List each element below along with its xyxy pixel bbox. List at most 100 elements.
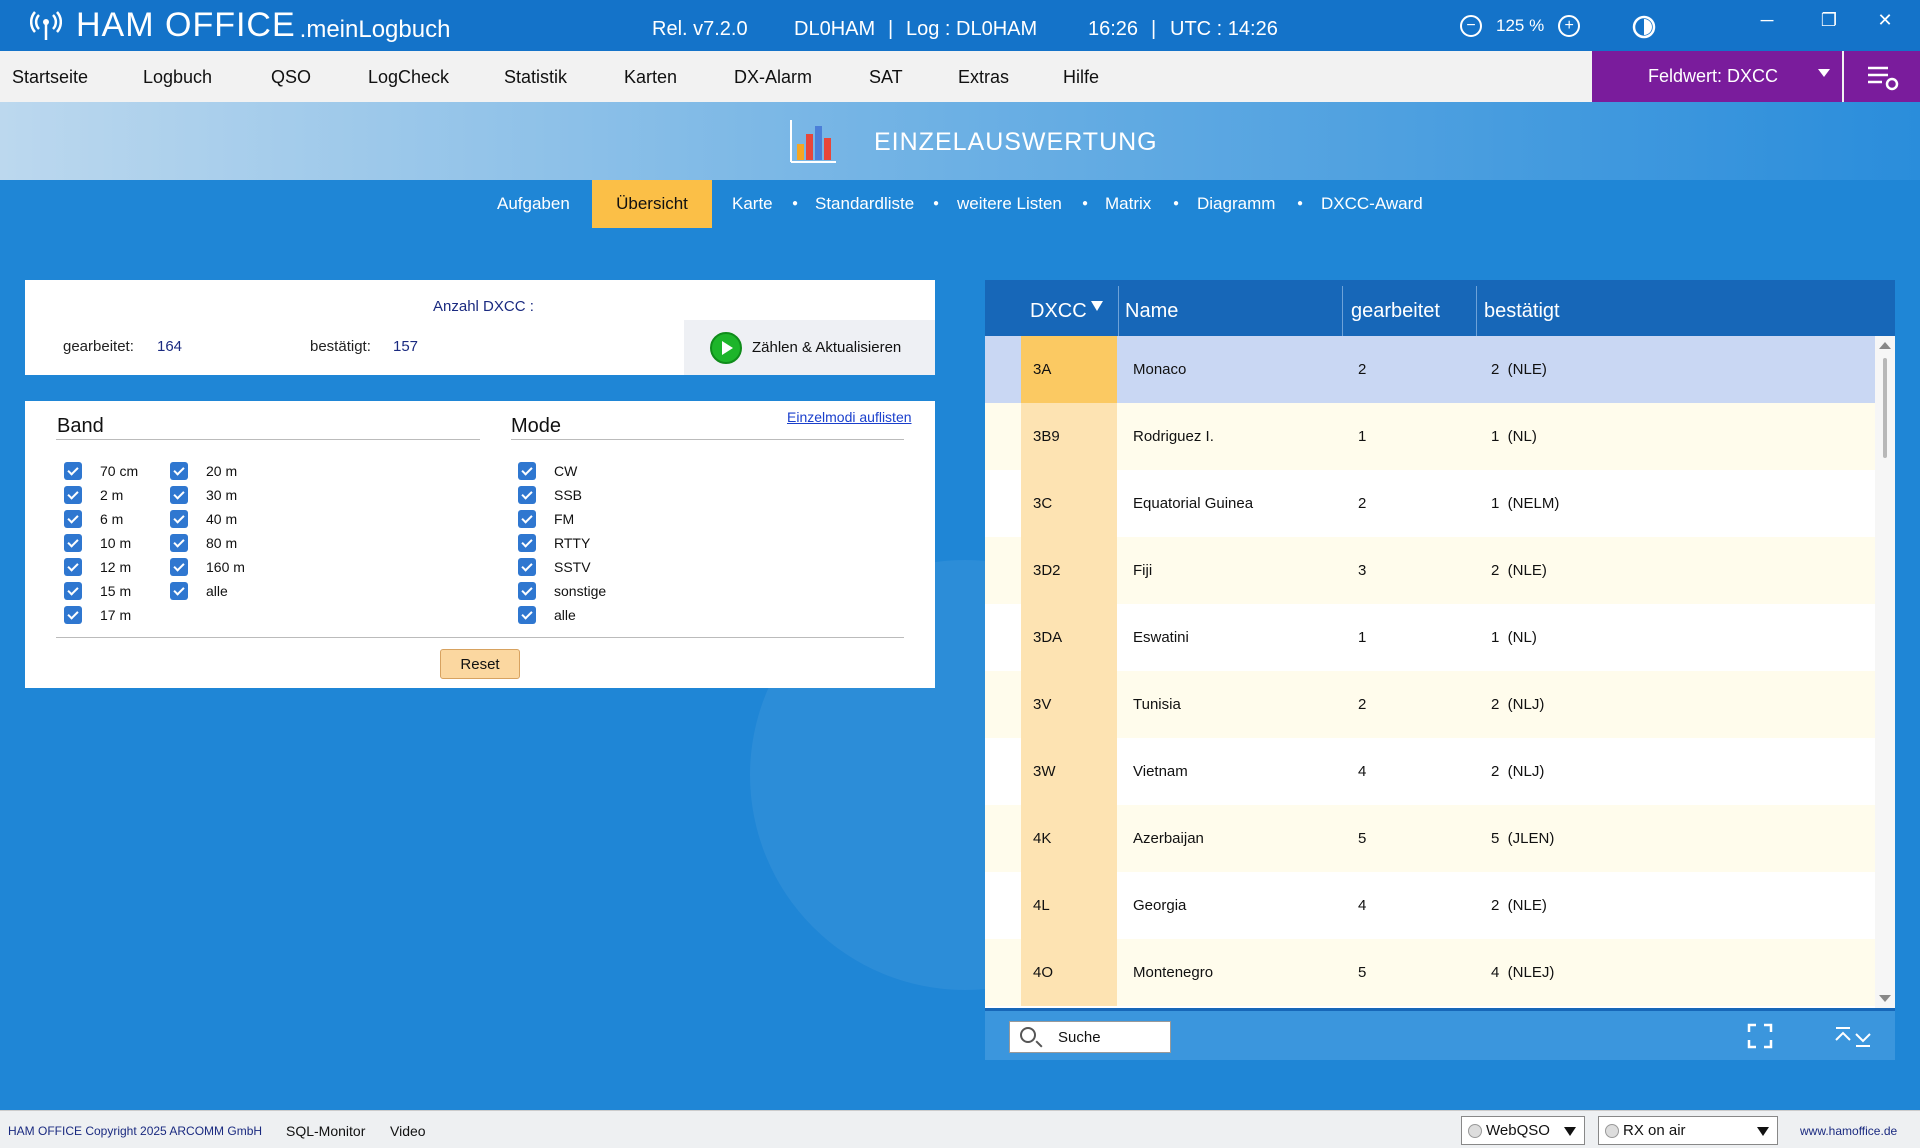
- tab-diagramm[interactable]: Diagramm: [1197, 194, 1275, 214]
- table-header: DXCC Name gearbeitet bestätigt: [985, 280, 1895, 336]
- video-link[interactable]: Video: [390, 1123, 426, 1139]
- mode-checkbox-sstv[interactable]: SSTV: [518, 558, 591, 576]
- name-cell: Montenegro: [1133, 964, 1214, 981]
- menu-qso[interactable]: QSO: [271, 67, 311, 88]
- reset-button[interactable]: Reset: [440, 649, 520, 679]
- rx-label: RX on air: [1623, 1122, 1686, 1139]
- band-checkbox-70cm[interactable]: 70 cm: [64, 462, 138, 480]
- menu-karten[interactable]: Karten: [624, 67, 677, 88]
- tab-weitere-listen[interactable]: weitere Listen: [957, 194, 1062, 214]
- count-refresh-button[interactable]: Zählen & Aktualisieren: [684, 320, 935, 375]
- column-header-name[interactable]: Name: [1125, 300, 1178, 323]
- band-checkbox-2m[interactable]: 2 m: [64, 486, 123, 504]
- webqso-dropdown[interactable]: WebQSO: [1461, 1116, 1585, 1145]
- einzelmodi-link[interactable]: Einzelmodi auflisten: [787, 409, 912, 425]
- menu-logbuch[interactable]: Logbuch: [143, 67, 212, 88]
- sql-monitor-link[interactable]: SQL-Monitor: [286, 1123, 365, 1139]
- band-checkbox-80m[interactable]: 80 m: [170, 534, 237, 552]
- zoom-out-icon[interactable]: −: [1460, 15, 1482, 37]
- table-row[interactable]: 3B9 Rodriguez I. 1 1 (NL): [985, 403, 1875, 470]
- zoom-level: 125 %: [1496, 16, 1545, 35]
- table-row[interactable]: 3C Equatorial Guinea 2 1 (NELM): [985, 470, 1875, 537]
- settings-menu-button[interactable]: [1844, 51, 1920, 102]
- restore-icon[interactable]: ❐: [1814, 10, 1844, 31]
- mode-checkbox-alle[interactable]: alle: [518, 606, 576, 624]
- menu-sat[interactable]: SAT: [869, 67, 903, 88]
- column-header-confirmed[interactable]: bestätigt: [1484, 300, 1560, 323]
- fullscreen-icon[interactable]: [1747, 1023, 1773, 1049]
- table-row[interactable]: 3W Vietnam 4 2 (NLJ): [985, 738, 1875, 805]
- worked-cell: 5: [1358, 830, 1367, 847]
- mode-label: SSTV: [554, 559, 591, 575]
- table-row[interactable]: 3V Tunisia 2 2 (NLJ): [985, 671, 1875, 738]
- close-icon[interactable]: ✕: [1870, 10, 1900, 31]
- band-checkbox-15m[interactable]: 15 m: [64, 582, 131, 600]
- mode-checkbox-fm[interactable]: FM: [518, 510, 574, 528]
- sort-descending-icon[interactable]: [1091, 301, 1103, 311]
- contrast-icon[interactable]: [1632, 15, 1656, 39]
- play-icon: [710, 331, 742, 364]
- column-separator[interactable]: [1342, 286, 1343, 336]
- menu-hilfe[interactable]: Hilfe: [1063, 67, 1099, 88]
- band-checkbox-160m[interactable]: 160 m: [170, 558, 245, 576]
- table-row[interactable]: 4L Georgia 4 2 (NLE): [985, 872, 1875, 939]
- band-label: 12 m: [100, 559, 132, 575]
- vertical-scrollbar[interactable]: [1875, 336, 1895, 1008]
- table-row[interactable]: 3DA Eswatini 1 1 (NL): [985, 604, 1875, 671]
- tab-standardliste[interactable]: Standardliste: [815, 194, 914, 214]
- column-separator[interactable]: [1476, 286, 1477, 336]
- tab-aufgaben[interactable]: Aufgaben: [497, 194, 570, 214]
- table-row[interactable]: 4O Montenegro 5 4 (NLEJ): [985, 939, 1875, 1006]
- mode-checkbox-ssb[interactable]: SSB: [518, 486, 582, 504]
- search-input[interactable]: Suche: [1009, 1021, 1171, 1053]
- feldwert-dropdown[interactable]: Feldwert: DXCC: [1592, 51, 1842, 102]
- scrollbar-thumb[interactable]: [1883, 358, 1887, 458]
- tab-dxcc-award[interactable]: DXCC-Award: [1321, 194, 1423, 214]
- scroll-up-icon[interactable]: [1879, 342, 1891, 349]
- band-checkbox-12m[interactable]: 12 m: [64, 558, 131, 576]
- name-cell: Georgia: [1133, 897, 1187, 914]
- table-row[interactable]: 3A Monaco 2 2 (NLE): [985, 336, 1875, 403]
- band-checkbox-10m[interactable]: 10 m: [64, 534, 131, 552]
- band-checkbox-20m[interactable]: 20 m: [170, 462, 237, 480]
- band-checkbox-17m[interactable]: 17 m: [64, 606, 131, 624]
- band-checkbox-alle[interactable]: alle: [170, 582, 228, 600]
- menu-startseite[interactable]: Startseite: [12, 67, 88, 88]
- band-label: 17 m: [100, 607, 132, 623]
- column-header-dxcc[interactable]: DXCC: [1030, 300, 1087, 323]
- mode-checkbox-sonstige[interactable]: sonstige: [518, 582, 606, 600]
- worked-cell: 2: [1358, 361, 1367, 378]
- column-header-worked[interactable]: gearbeitet: [1351, 300, 1440, 323]
- checkbox-checked-icon: [170, 486, 188, 504]
- scroll-down-icon[interactable]: [1879, 995, 1891, 1002]
- table-row[interactable]: 3D2 Fiji 3 2 (NLE): [985, 537, 1875, 604]
- webqso-label: WebQSO: [1486, 1122, 1550, 1139]
- menu-dx-alarm[interactable]: DX-Alarm: [734, 67, 812, 88]
- column-separator[interactable]: [1118, 286, 1119, 336]
- band-checkbox-40m[interactable]: 40 m: [170, 510, 237, 528]
- menu-statistik[interactable]: Statistik: [504, 67, 567, 88]
- minimize-icon[interactable]: ─: [1752, 10, 1782, 31]
- mode-checkbox-cw[interactable]: CW: [518, 462, 577, 480]
- band-label: 10 m: [100, 535, 132, 551]
- website-link[interactable]: www.hamoffice.de: [1800, 1124, 1897, 1138]
- confirmed-cell: 1 (NELM): [1491, 495, 1560, 512]
- tab-uebersicht[interactable]: Übersicht: [592, 180, 712, 228]
- rx-dropdown[interactable]: RX on air: [1598, 1116, 1778, 1145]
- menu-extras[interactable]: Extras: [958, 67, 1009, 88]
- app-logo: HAM OFFICE .meinLogbuch: [30, 6, 450, 45]
- band-checkbox-6m[interactable]: 6 m: [64, 510, 123, 528]
- mode-checkbox-rtty[interactable]: RTTY: [518, 534, 590, 552]
- name-cell: Monaco: [1133, 361, 1187, 378]
- band-checkbox-30m[interactable]: 30 m: [170, 486, 237, 504]
- table-row[interactable]: 4K Azerbaijan 5 5 (JLEN): [985, 805, 1875, 872]
- tab-matrix[interactable]: Matrix: [1105, 194, 1151, 214]
- zoom-control: − 125 % +: [1460, 15, 1581, 37]
- title-bar: HAM OFFICE .meinLogbuch Rel. v7.2.0 DL0H…: [0, 0, 1920, 51]
- tab-karte[interactable]: Karte: [732, 194, 773, 214]
- zoom-in-icon[interactable]: +: [1558, 15, 1581, 37]
- scroll-top-bottom-icon[interactable]: [1833, 1025, 1873, 1049]
- confirmed-cell: 5 (JLEN): [1491, 830, 1555, 847]
- menu-logcheck[interactable]: LogCheck: [368, 67, 449, 88]
- confirmed-cell: 1 (NL): [1491, 629, 1537, 646]
